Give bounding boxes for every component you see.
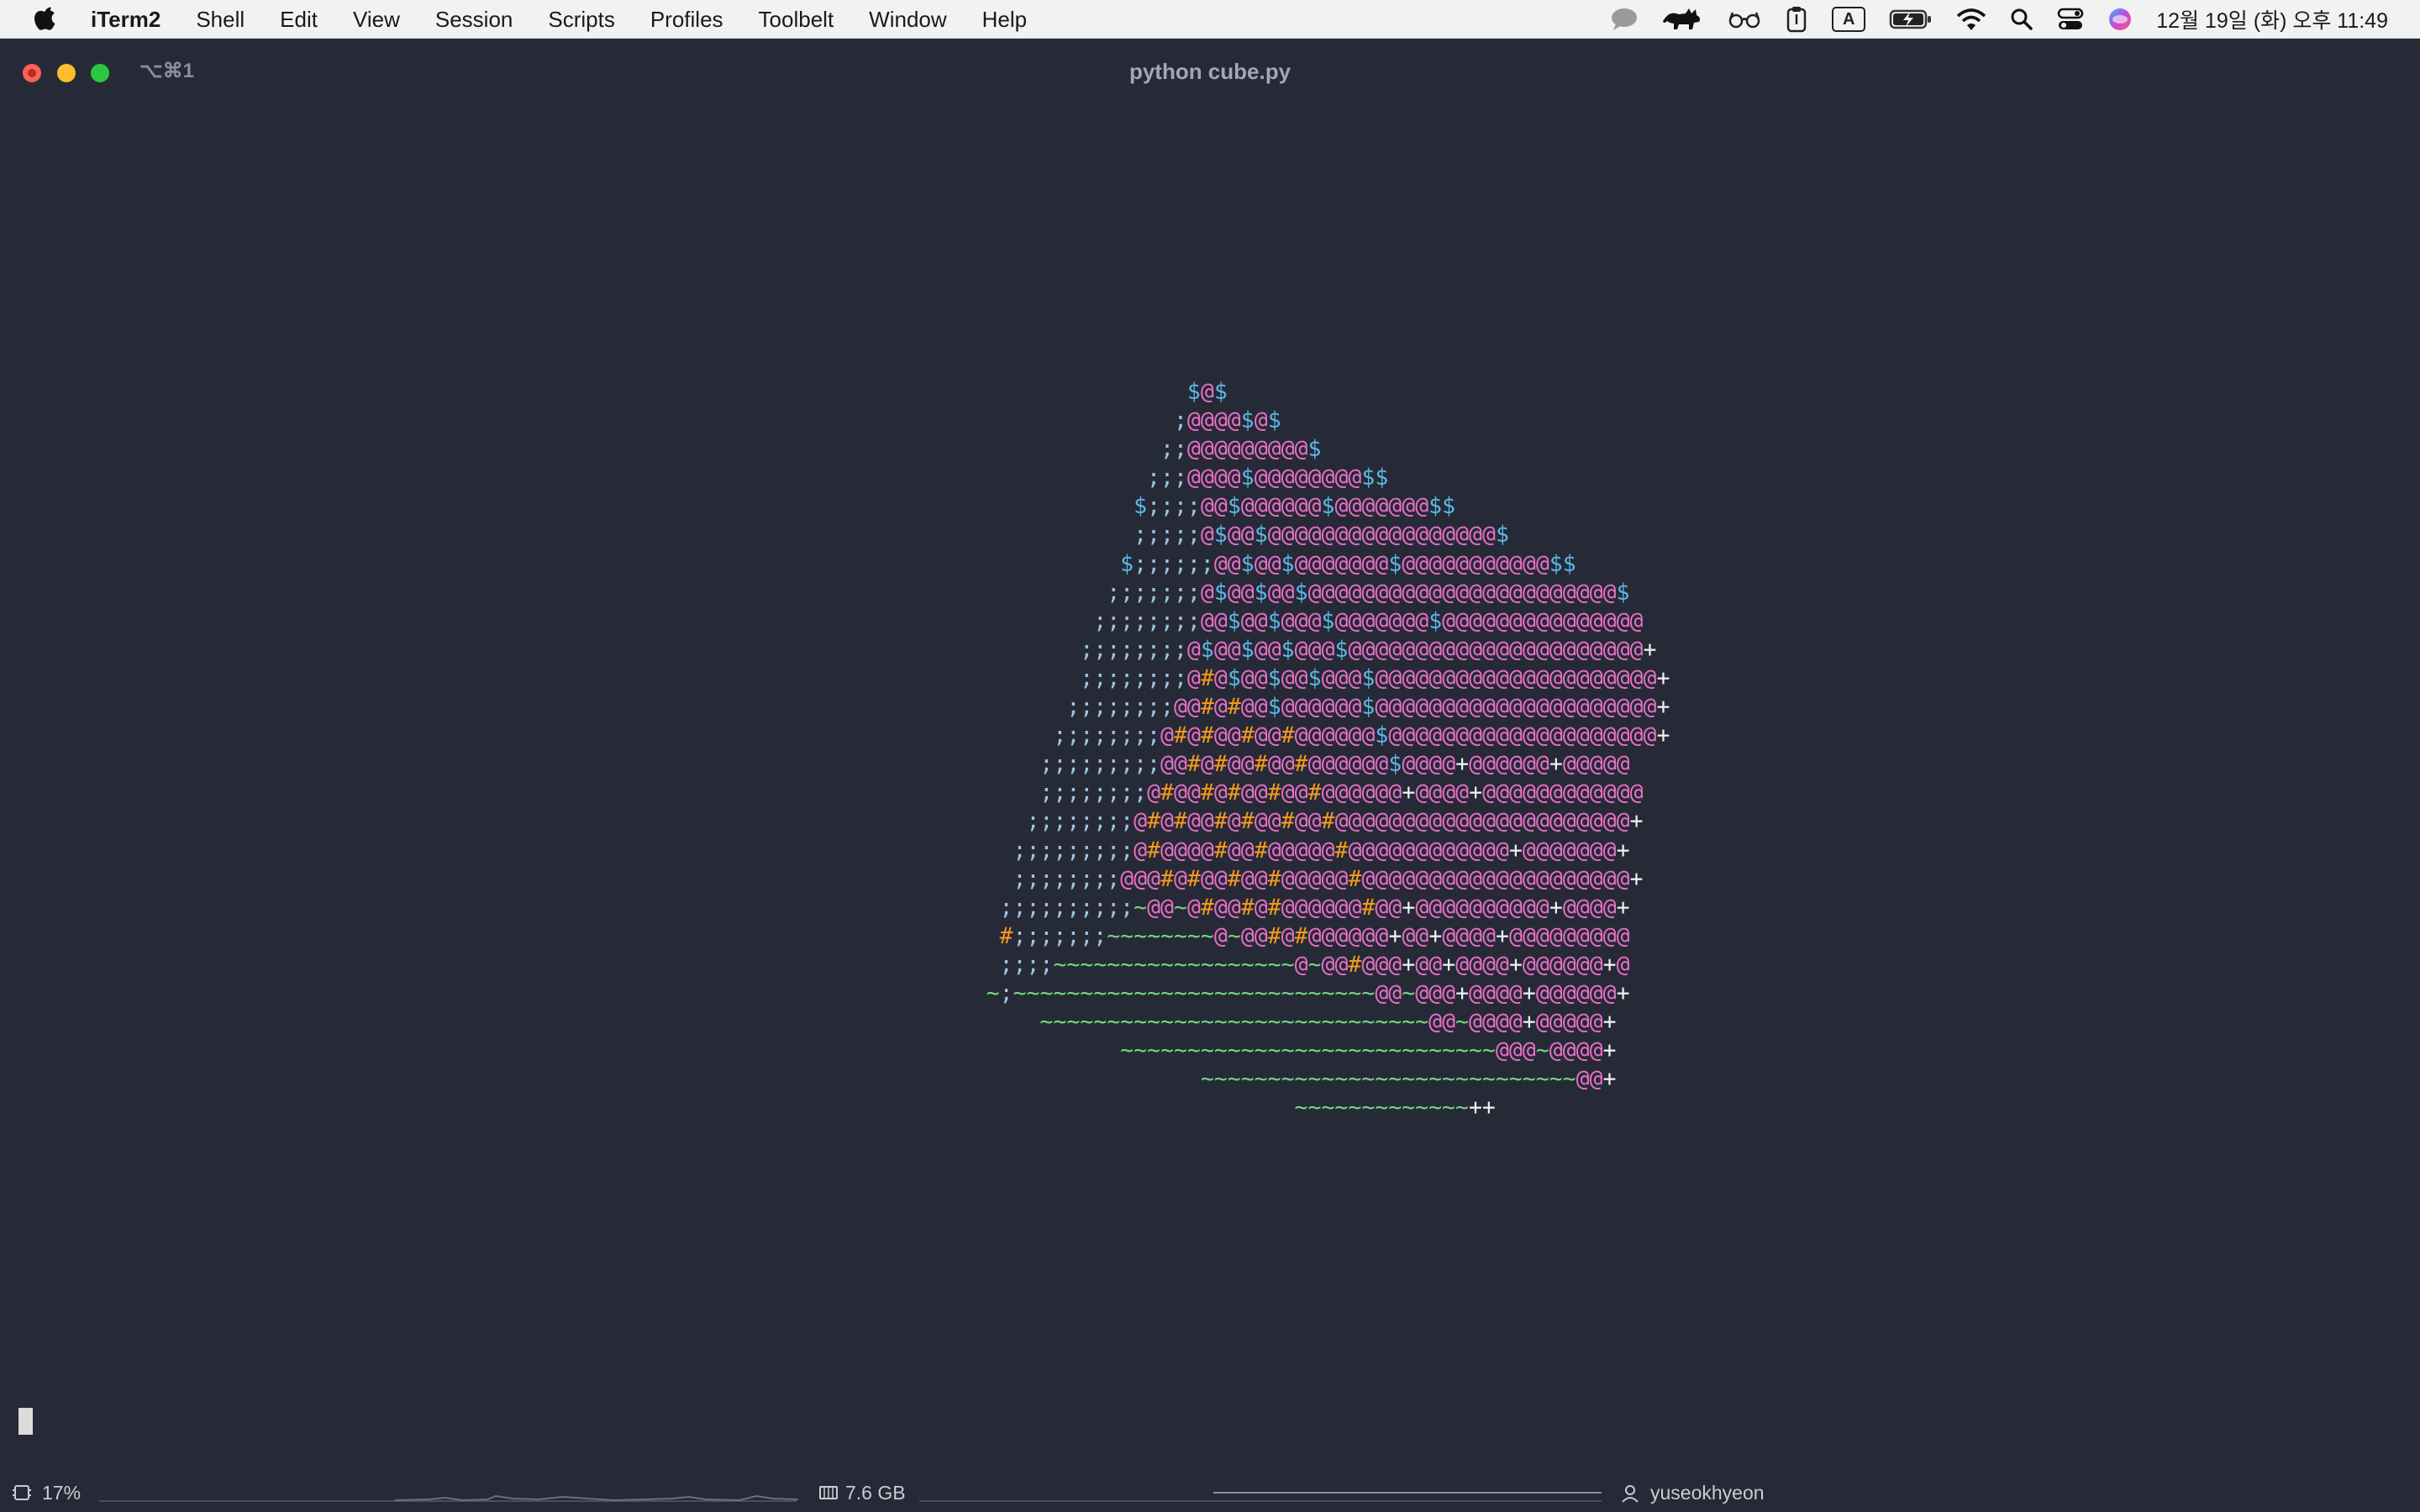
menu-scripts[interactable]: Scripts [530,0,632,39]
ascii-line: ;;;;;@$@@$@@@@@@@@@@@@@@@@@$ [1134,522,1509,549]
ascii-line: ;;;;;;;;@@#@#@@$@@@@@@$@@@@@@@@@@@@@@@@@… [1066,694,1670,721]
ascii-line: ;;;;;;;;;;~@@~@#@@#@#@@@@@@#@@+@@@@@@@@@… [999,894,1630,921]
ascii-line: ;;;;;;;;@#@#@@#@@#@@@@@@$@@@@@@@@@@@@@@@… [1053,722,1670,749]
spotlight-search-icon[interactable] [2010,8,2033,31]
ascii-line: ~~~~~~~~~~~~~~~~~~~~~~~~~~~~@@@~@@@@+ [1120,1037,1617,1064]
ascii-line: ;;;;;;;;@#@@#@#@@#@@#@@@@@@+@@@@+@@@@@@@… [1039,780,1644,806]
ascii-line: #;;;;;;;~~~~~~~~@~@@#@#@@@@@@+@@+@@@@+@@… [999,922,1630,949]
status-bar: 17% 7.6 GB yuseokhyeon [0,1473,2420,1512]
ascii-line: ;;;;;;;;@#@$@@$@@$@@@$@@@@@@@@@@@@@@@@@@… [1080,664,1670,691]
menu-edit[interactable]: Edit [262,0,335,39]
ascii-line: ~~~~~~~~~~~~~~~~~~~~~~~~~~~~@@+ [1200,1066,1617,1093]
ascii-line: ;@@@@$@$ [1173,407,1281,434]
menu-shell[interactable]: Shell [178,0,262,39]
ascii-line: ;;;;~~~~~~~~~~~~~~~~~~@~@@#@@@+@@+@@@@+@… [999,951,1630,978]
menu-app-name[interactable]: iTerm2 [81,0,178,39]
glasses-icon[interactable] [1728,8,1761,30]
terminal-window: ⌥⌘1 python cube.py $@$ ;@@@@$@$ ;;@@@@@@… [0,39,2420,1512]
ascii-line: ;;;;;;;;;@@#@#@@#@@#@@@@@@$@@@@+@@@@@@+@… [1039,751,1630,778]
ascii-line: $;;;;;;@@$@@$@@@@@@@$@@@@@@@@@@@$$ [1120,550,1576,577]
menu-session[interactable]: Session [418,0,531,39]
ascii-line: ;;;;;;;;@@$@@$@@@$@@@@@@@$@@@@@@@@@@@@@@… [1093,607,1644,634]
input-source-label: A [1832,7,1866,32]
menu-bar-status-area: A 12월 19일 (화) 오후 11:49 [1598,0,2420,39]
ascii-line: ;;;;;;;;@$@@$@@$@@@$@@@@@@@@@@@@@@@@@@@@… [1080,636,1657,663]
menu-bar-left: iTerm2 Shell Edit View Session Scripts P… [0,0,1044,39]
ascii-line: ;;;;;;;@$@@$@@$@@@@@@@@@@@@@@@@@@@@@@@$ [1107,579,1630,606]
ascii-line: ;;;;;;;;;@#@@@@#@@#@@@@@#@@@@@@@@@@@@+@@… [1013,837,1630,864]
ascii-line: ~~~~~~~~~~~~~++ [1294,1095,1496,1121]
window-titlebar[interactable]: ⌥⌘1 python cube.py [0,39,2420,108]
chat-bubble-icon[interactable] [1610,7,1639,32]
memory-icon [818,1483,839,1507]
cpu-usage-value: 17% [42,1482,82,1504]
apple-logo-icon[interactable] [32,6,57,33]
memory-graph-baseline [919,1500,1602,1502]
ascii-line: $;;;;@@$@@@@@@$@@@@@@@$$ [1134,493,1456,520]
ascii-cube-output: $@$ ;@@@@$@$ ;;@@@@@@@@@$ ;;;@@@@$@@@@@@… [865,378,1670,1122]
clipboard-icon[interactable] [1785,6,1808,33]
username-label: yuseokhyeon [1650,1482,1765,1504]
ascii-line: ~~~~~~~~~~~~~~~~~~~~~~~~~~~~~@@~@@@@+@@@… [1039,1009,1617,1036]
window-title: python cube.py [1128,59,1292,84]
menu-window[interactable]: Window [851,0,964,39]
ascii-line: ;;@@@@@@@@@$ [1160,436,1322,463]
siri-icon[interactable] [2107,7,2133,32]
ascii-line: ;;;@@@@$@@@@@@@@$$ [1147,465,1389,491]
memory-usage-graph [1213,1492,1602,1494]
menu-toolbelt[interactable]: Toolbelt [741,0,852,39]
cat-icon[interactable] [1662,6,1704,33]
input-source-icon[interactable]: A [1832,7,1866,32]
cpu-chip-icon [12,1483,32,1507]
menu-bar-clock[interactable]: 12월 19일 (화) 오후 11:49 [2156,4,2388,34]
ascii-line: $@$ [1186,379,1228,405]
menu-help[interactable]: Help [965,0,1044,39]
ascii-line: ;;;;;;;;@#@#@@#@#@@#@@#@@@@@@@@@@@@@@@@@… [1026,808,1644,835]
battery-charging-icon[interactable] [1889,8,1933,30]
user-icon [1620,1483,1640,1509]
control-center-icon[interactable] [2057,7,2084,32]
ascii-line: ~;~~~~~~~~~~~~~~~~~~~~~~~~~~~@@~@@@+@@@@… [986,979,1630,1006]
memory-usage-value: 7.6 GB [845,1482,906,1504]
menu-profiles[interactable]: Profiles [633,0,741,39]
cpu-usage-graph [395,1494,798,1502]
menu-view[interactable]: View [335,0,418,39]
terminal-cursor [18,1408,33,1435]
menu-bar: iTerm2 Shell Edit View Session Scripts P… [0,0,2420,39]
ascii-line: ;;;;;;;;@@@#@#@@#@@#@@@@@#@@@@@@@@@@@@@@… [1013,865,1644,892]
wifi-icon[interactable] [1956,8,1986,31]
